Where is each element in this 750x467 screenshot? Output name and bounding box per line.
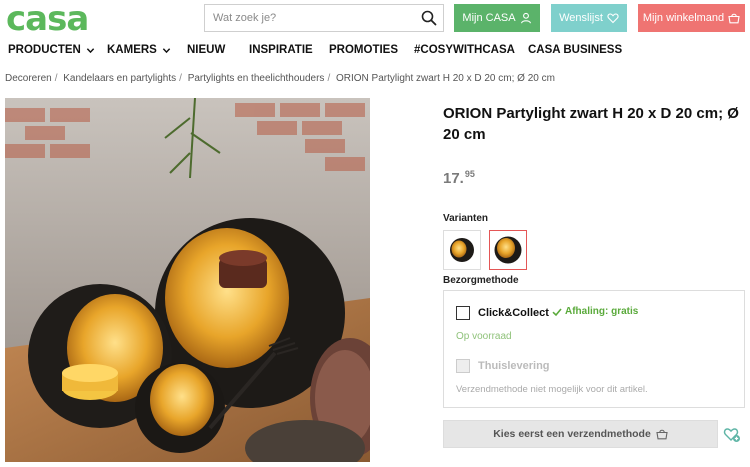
click-collect-label[interactable]: Click&Collect <box>478 307 549 319</box>
price-cents: 95 <box>464 169 475 179</box>
casa-logo[interactable]: casa <box>6 2 89 36</box>
search-bar[interactable] <box>204 4 444 32</box>
nav-item-producten[interactable]: PRODUCTEN <box>8 44 95 56</box>
delivery-method-label: Bezorgmethode <box>443 275 519 286</box>
home-delivery-checkbox <box>456 359 470 373</box>
variant-option-2-selected[interactable] <box>489 230 527 270</box>
add-to-cart-button[interactable]: Kies eerst een verzendmethode <box>443 420 718 448</box>
nav-item-inspiratie[interactable]: INSPIRATIE <box>249 44 313 56</box>
delivery-options: Click&Collect Afhaling: gratis Op voorra… <box>443 290 745 408</box>
main-nav: PRODUCTEN KAMERS NIEUW INSPIRATIE PROMOT… <box>0 44 750 62</box>
nav-label: KAMERS <box>107 44 157 56</box>
nav-item-cosywithcasa[interactable]: #COSYWITHCASA <box>414 44 515 56</box>
nav-item-nieuw[interactable]: NIEUW <box>187 44 225 56</box>
nav-label: CASA BUSINESS <box>528 44 623 56</box>
nav-item-casa-business[interactable]: CASA BUSINESS <box>528 44 622 56</box>
basket-icon <box>728 13 740 24</box>
breadcrumb-current: ORION Partylight zwart H 20 x D 20 cm; Ø… <box>336 73 555 84</box>
header: casa Mijn CASA Wenslijst Mijn winkelmand <box>0 0 750 38</box>
product-title: ORION Partylight zwart H 20 x D 20 cm; Ø… <box>443 105 739 143</box>
checkmark-icon <box>552 307 562 316</box>
my-casa-button[interactable]: Mijn CASA <box>454 4 540 32</box>
nav-label: #COSYWITHCASA <box>414 44 515 56</box>
nav-label: PRODUCTEN <box>8 44 81 56</box>
click-collect-checkbox[interactable] <box>456 306 470 320</box>
pickup-status: Afhaling: gratis <box>552 306 638 317</box>
cart-button[interactable]: Mijn winkelmand <box>638 4 745 32</box>
wishlist-label: Wenslijst <box>559 12 603 24</box>
pickup-status-text: Afhaling: gratis <box>565 306 639 317</box>
variant-option-1[interactable] <box>443 230 481 270</box>
stock-status: Op voorraad <box>456 331 512 342</box>
price-whole: 17. <box>443 170 464 187</box>
add-to-cart-label: Kies eerst een verzendmethode <box>493 428 651 440</box>
product-price: 17.95 <box>443 169 475 187</box>
nav-item-promoties[interactable]: PROMOTIES <box>329 44 398 56</box>
user-icon <box>520 12 531 24</box>
variants-label: Varianten <box>443 213 489 224</box>
product-image[interactable] <box>5 98 370 462</box>
product-photo <box>5 98 370 462</box>
nav-label: PROMOTIES <box>329 44 399 56</box>
search-icon[interactable] <box>421 10 437 26</box>
breadcrumb-item[interactable]: Partylights en theelichthouders <box>188 73 325 84</box>
my-casa-label: Mijn CASA <box>462 12 516 24</box>
wishlist-button[interactable]: Wenslijst <box>551 4 627 32</box>
basket-icon <box>656 429 668 440</box>
home-delivery-label: Thuislevering <box>478 360 550 372</box>
variant-thumbnail <box>494 236 522 264</box>
chevron-down-icon <box>86 47 95 53</box>
breadcrumb-item[interactable]: Decoreren <box>5 73 52 84</box>
nav-label: NIEUW <box>187 44 226 56</box>
home-delivery-note: Verzendmethode niet mogelijk voor dit ar… <box>456 384 648 395</box>
variant-thumbnail <box>450 238 474 262</box>
breadcrumb-item[interactable]: Kandelaars en partylights <box>63 73 176 84</box>
add-to-wishlist-icon[interactable] <box>723 425 741 443</box>
nav-label: INSPIRATIE <box>249 44 313 56</box>
nav-item-kamers[interactable]: KAMERS <box>107 44 171 56</box>
search-input[interactable] <box>205 5 405 31</box>
heart-icon <box>607 13 619 24</box>
breadcrumb: Decoreren / Kandelaars en partylights / Pa… <box>5 73 555 84</box>
cart-label: Mijn winkelmand <box>642 12 725 24</box>
chevron-down-icon <box>162 47 171 53</box>
